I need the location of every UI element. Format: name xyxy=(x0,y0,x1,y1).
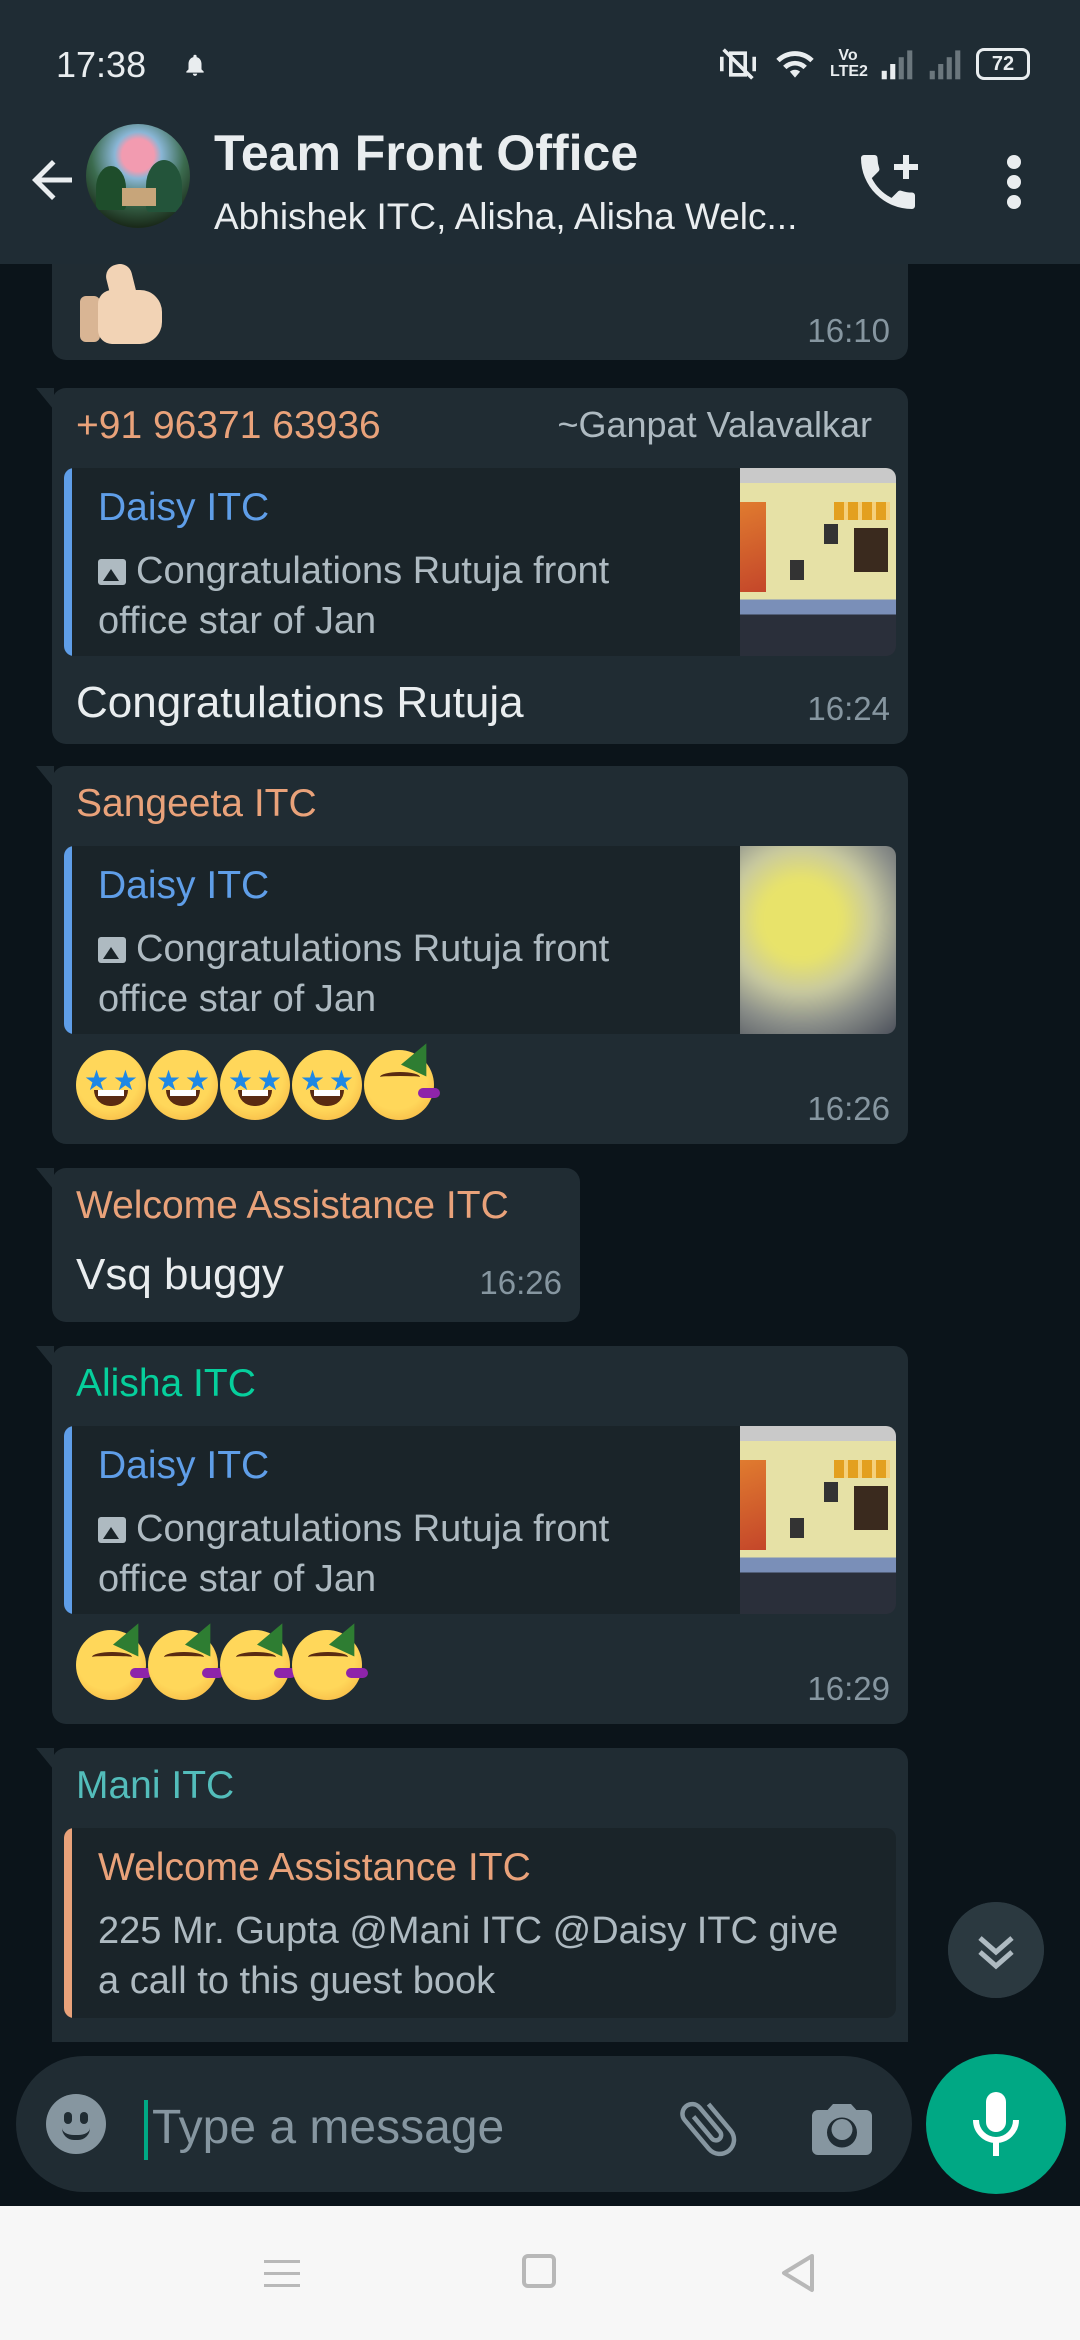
mic-button[interactable] xyxy=(926,2054,1066,2194)
partying-face-emoji xyxy=(292,1630,368,1700)
message-bubble[interactable]: +91 96371 63936 ~Ganpat Valavalkar Daisy… xyxy=(36,388,908,744)
quote-text: Congratulations Rutuja front office star… xyxy=(98,928,610,1020)
message-sender[interactable]: Welcome Assistance ITC xyxy=(76,1184,509,1228)
message-sender[interactable]: Sangeeta ITC xyxy=(76,782,317,826)
back-triangle-icon[interactable] xyxy=(778,2252,818,2294)
message-bubble[interactable]: Alisha ITC Daisy ITC Congratulations Rut… xyxy=(36,1346,908,1724)
status-icons: Vo LTE2 72 xyxy=(716,46,1030,82)
partying-face-emoji xyxy=(76,1630,152,1700)
message-time: 16:10 xyxy=(807,312,890,349)
system-nav-bar xyxy=(0,2206,1080,2340)
message-sender[interactable]: Alisha ITC xyxy=(76,1362,256,1406)
message-list[interactable]: 16:10 +91 96371 63936 ~Ganpat Valavalkar… xyxy=(0,264,1080,2042)
message-input[interactable] xyxy=(150,2086,654,2168)
message-input-container[interactable] xyxy=(16,2056,912,2192)
quoted-message[interactable]: Welcome Assistance ITC 225 Mr. Gupta @Ma… xyxy=(64,1828,896,2018)
image-icon xyxy=(98,1517,126,1543)
signal-icon-2 xyxy=(929,50,961,80)
message-sender[interactable]: Mani ITC xyxy=(76,1764,234,1808)
quote-text: Congratulations Rutuja front office star… xyxy=(98,1508,610,1600)
quoted-message[interactable]: Daisy ITC Congratulations Rutuja front o… xyxy=(64,1426,896,1614)
partying-face-emoji xyxy=(220,1630,296,1700)
message-text: Congratulations Rutuja xyxy=(76,678,524,727)
image-icon xyxy=(98,937,126,963)
image-icon xyxy=(98,559,126,585)
chat-header: Team Front Office Abhishek ITC, Alisha, … xyxy=(0,96,1080,264)
quote-author: Daisy ITC xyxy=(98,1444,270,1487)
quote-author: Welcome Assistance ITC xyxy=(98,1846,531,1889)
paperclip-icon[interactable] xyxy=(672,2092,744,2164)
partying-face-emoji xyxy=(148,1630,224,1700)
quote-image-thumbnail xyxy=(740,1426,896,1614)
quote-author: Daisy ITC xyxy=(98,486,270,529)
emoji-row xyxy=(76,1630,368,1700)
star-struck-emoji xyxy=(76,1050,146,1120)
vibrate-off-icon xyxy=(720,48,756,80)
arrow-left-icon[interactable] xyxy=(22,148,82,212)
wifi-icon xyxy=(776,51,814,78)
emoji-icon[interactable] xyxy=(46,2094,106,2154)
quote-text: Congratulations Rutuja front office star… xyxy=(98,550,610,642)
quoted-message[interactable]: Daisy ITC Congratulations Rutuja front o… xyxy=(64,846,896,1034)
notification-bell-icon xyxy=(186,54,204,76)
signal-icon xyxy=(881,50,913,80)
status-bar: 17:38 Vo LTE2 72 xyxy=(0,0,1080,96)
quote-image-thumbnail xyxy=(740,468,896,656)
message-bubble[interactable]: Mani ITC Welcome Assistance ITC 225 Mr. … xyxy=(36,1748,908,2042)
message-time: 16:26 xyxy=(807,1090,890,1127)
sender-alias: ~Ganpat Valavalkar xyxy=(557,404,872,445)
volte-badge: Vo LTE2 xyxy=(830,47,868,80)
quote-image-thumbnail xyxy=(740,846,896,1034)
battery-indicator: 72 xyxy=(976,48,1030,80)
message-time: 16:26 xyxy=(479,1264,562,1301)
camera-icon[interactable] xyxy=(806,2092,878,2164)
add-call-icon[interactable] xyxy=(852,146,924,218)
composer xyxy=(0,2042,1080,2206)
star-struck-emoji xyxy=(292,1050,362,1120)
message-time: 16:24 xyxy=(807,690,890,727)
message-text: Vsq buggy xyxy=(76,1250,284,1299)
chat-title[interactable]: Team Front Office xyxy=(214,124,638,182)
emoji-row xyxy=(76,1050,440,1120)
thumbs-up-emoji xyxy=(80,264,170,344)
quoted-message[interactable]: Daisy ITC Congratulations Rutuja front o… xyxy=(64,468,896,656)
quote-text: 225 Mr. Gupta @Mani ITC @Daisy ITC give … xyxy=(98,1910,839,2002)
group-avatar[interactable] xyxy=(86,124,190,228)
message-bubble[interactable]: 16:10 xyxy=(52,264,908,360)
home-icon[interactable] xyxy=(522,2254,556,2288)
more-vert-icon[interactable] xyxy=(990,146,1038,218)
star-struck-emoji xyxy=(220,1050,290,1120)
message-time: 16:29 xyxy=(807,1670,890,1707)
quote-author: Daisy ITC xyxy=(98,864,270,907)
message-bubble[interactable]: Welcome Assistance ITC Vsq buggy 16:26 xyxy=(36,1168,580,1322)
star-struck-emoji xyxy=(148,1050,218,1120)
double-chevron-down-icon[interactable] xyxy=(948,1902,1044,1998)
chat-subtitle[interactable]: Abhishek ITC, Alisha, Alisha Welc... xyxy=(214,196,797,238)
mic-icon xyxy=(973,2092,1019,2156)
message-bubble[interactable]: Sangeeta ITC Daisy ITC Congratulations R… xyxy=(36,766,908,1144)
recent-apps-icon[interactable] xyxy=(262,2256,302,2292)
status-time: 17:38 xyxy=(56,44,147,85)
partying-face-emoji xyxy=(364,1050,440,1120)
message-sender[interactable]: +91 96371 63936 xyxy=(76,404,381,448)
